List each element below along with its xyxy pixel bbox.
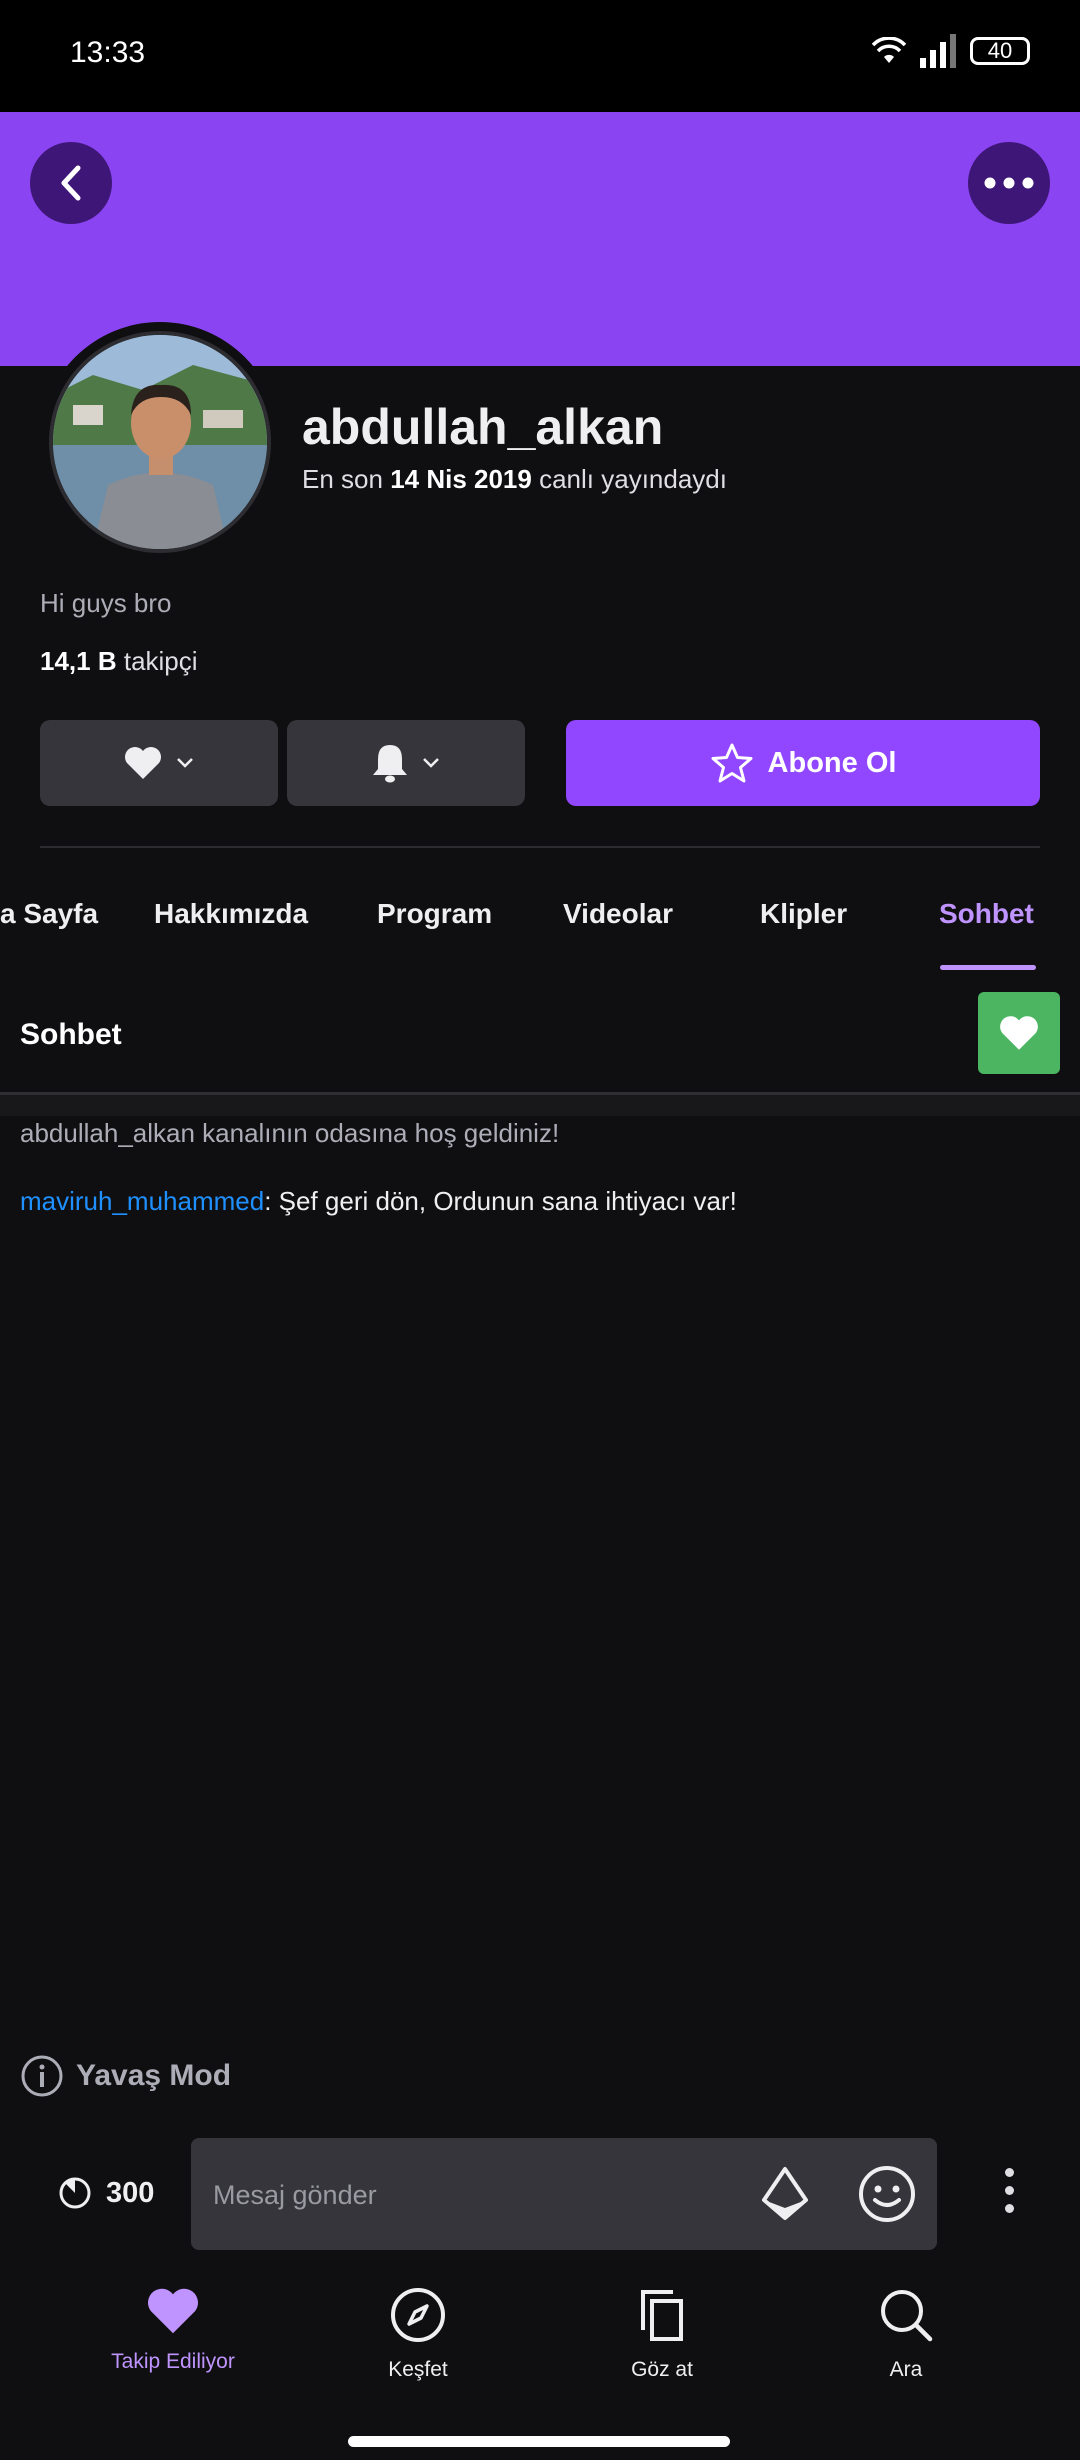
home-indicator[interactable] bbox=[348, 2436, 730, 2447]
avatar bbox=[49, 331, 271, 553]
nav-following-label: Takip Ediliyor bbox=[111, 2350, 235, 2373]
chat-message-username[interactable]: maviruh_muhammed bbox=[20, 1186, 264, 1216]
subscribe-button[interactable]: Abone Ol bbox=[566, 720, 1040, 806]
channel-bio: Hi guys bro bbox=[40, 588, 172, 618]
chat-title: Sohbet bbox=[20, 1018, 122, 1051]
status-icons: 40 bbox=[872, 34, 1030, 68]
avatar-container[interactable] bbox=[40, 322, 280, 562]
nav-following[interactable]: Takip Ediliyor bbox=[63, 2286, 283, 2374]
chat-welcome-message: abdullah_alkan kanalının odasına hoş gel… bbox=[20, 1118, 560, 1148]
heart-icon bbox=[148, 2288, 198, 2334]
bell-icon bbox=[373, 745, 407, 783]
chevron-left-icon bbox=[61, 165, 81, 201]
heart-icon bbox=[125, 747, 161, 779]
more-options-button[interactable] bbox=[968, 142, 1050, 224]
nav-discover-label: Keşfet bbox=[388, 2358, 448, 2381]
tab-schedule[interactable]: Program bbox=[377, 898, 492, 930]
chat-message-text: : Şef geri dön, Ordunun sana ihtiyacı va… bbox=[264, 1186, 737, 1216]
compass-icon bbox=[391, 2288, 445, 2342]
follow-button[interactable] bbox=[40, 720, 278, 806]
nav-browse-label: Göz at bbox=[631, 2358, 693, 2381]
nav-search-label: Ara bbox=[889, 2358, 923, 2381]
followers-count: 14,1 B takipçi bbox=[40, 646, 198, 677]
heart-icon bbox=[1000, 1016, 1038, 1050]
chat-divider bbox=[0, 1092, 1080, 1116]
more-horizontal-icon bbox=[984, 177, 1034, 189]
last-live-prefix: En son bbox=[302, 464, 383, 494]
tab-clips[interactable]: Klipler bbox=[760, 898, 847, 930]
search-icon bbox=[881, 2290, 933, 2342]
slow-mode-timer: 300 bbox=[58, 2176, 154, 2210]
tab-about[interactable]: Hakkımızda bbox=[154, 898, 308, 930]
subscribe-label: Abone Ol bbox=[767, 746, 897, 779]
message-input-container[interactable] bbox=[191, 2138, 937, 2252]
timer-value: 300 bbox=[106, 2176, 155, 2209]
chat-overflow-button[interactable] bbox=[994, 2168, 1024, 2213]
tab-videos[interactable]: Videolar bbox=[563, 898, 673, 930]
tab-chat[interactable]: Sohbet bbox=[939, 898, 1034, 930]
nav-search[interactable]: Ara bbox=[796, 2286, 1016, 2382]
divider bbox=[40, 846, 1040, 848]
battery-icon: 40 bbox=[970, 37, 1030, 65]
last-live-date: 14 Nis 2019 bbox=[390, 464, 532, 494]
message-input[interactable] bbox=[211, 2138, 715, 2252]
star-icon bbox=[711, 743, 753, 783]
bits-button[interactable] bbox=[760, 2166, 810, 2227]
channel-username: abdullah_alkan bbox=[302, 399, 664, 455]
notifications-button[interactable] bbox=[287, 720, 525, 806]
dot bbox=[1004, 2204, 1014, 2213]
dot bbox=[1004, 2168, 1014, 2177]
chevron-down-icon bbox=[423, 758, 439, 768]
nav-browse[interactable]: Göz at bbox=[552, 2286, 772, 2382]
nav-discover[interactable]: Keşfet bbox=[308, 2286, 528, 2382]
last-live-text: En son 14 Nis 2019 canlı yayındaydı bbox=[302, 464, 727, 495]
emote-button[interactable] bbox=[857, 2164, 917, 2229]
tab-home[interactable]: a Sayfa bbox=[0, 898, 98, 930]
smiley-icon bbox=[859, 2166, 915, 2222]
timer-icon bbox=[59, 2177, 91, 2209]
followers-label: takipçi bbox=[123, 646, 198, 676]
chevron-down-icon bbox=[177, 758, 193, 768]
slow-mode-label: Yavaş Mod bbox=[76, 2059, 232, 2092]
slow-mode-notice[interactable]: Yavaş Mod bbox=[20, 2054, 231, 2098]
bits-icon bbox=[762, 2167, 808, 2220]
back-button[interactable] bbox=[30, 142, 112, 224]
browse-icon bbox=[641, 2290, 683, 2341]
last-live-suffix: canlı yayındaydı bbox=[539, 464, 727, 494]
info-icon bbox=[21, 2055, 63, 2097]
signal-icon bbox=[920, 34, 956, 68]
chat-message: maviruh_muhammed: Şef geri dön, Ordunun … bbox=[20, 1186, 737, 1217]
status-time: 13:33 bbox=[70, 36, 146, 69]
followers-number: 14,1 B bbox=[40, 646, 117, 676]
active-tab-indicator bbox=[940, 965, 1036, 970]
dot bbox=[1004, 2186, 1014, 2195]
wifi-icon bbox=[872, 37, 906, 63]
chat-heart-button[interactable] bbox=[978, 992, 1060, 1074]
